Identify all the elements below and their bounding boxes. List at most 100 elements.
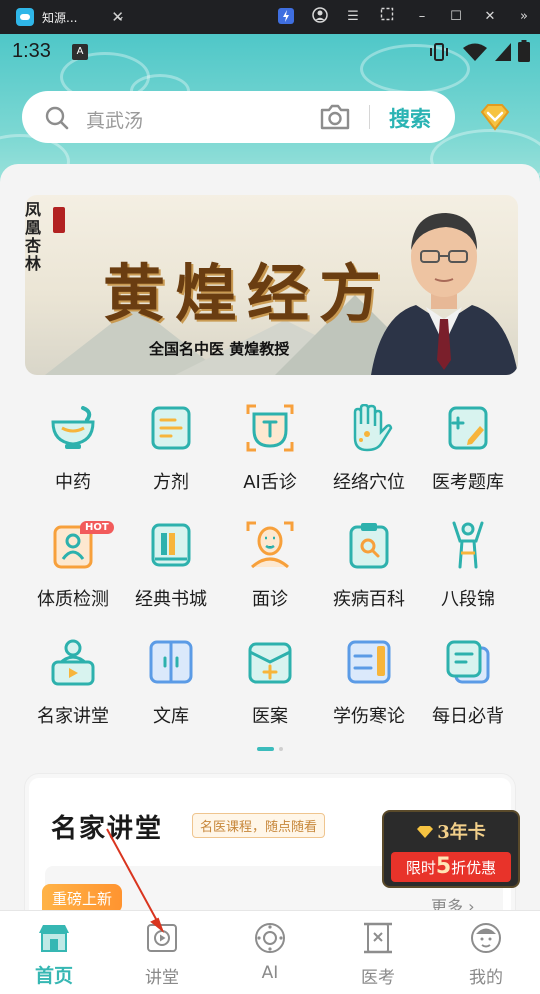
vip-promo-badge[interactable]: 3年卡 限时5折优惠 [382,810,520,888]
grid-item-medical-case[interactable]: 医案 [216,638,324,738]
banner-title: 黄煌经方 [103,257,392,330]
grid-item-face[interactable]: 面诊 [216,521,324,621]
grid-item-shanghan[interactable]: 学伤寒论 [315,638,423,738]
grid-item-bookstore[interactable]: 经典书城 [117,521,225,621]
window-close-icon[interactable]: ✕ [480,7,500,27]
shanghan-icon [347,640,391,684]
promo-card-text: 3年卡 [437,822,486,843]
grid-item-daily-memo[interactable]: 每日必背 [414,638,522,738]
wifi-icon [463,43,487,61]
hand-acupoint-icon [353,404,393,452]
promo-discount-value: 5 [435,854,452,879]
signal-icon [495,43,511,61]
brand-seal [53,207,65,233]
nav-item-ai[interactable]: AI [216,911,324,994]
tab-title: 知源... [42,10,78,25]
search-bar[interactable]: 真武汤 搜索 [22,91,455,143]
promo-card-label: 3年卡 [384,818,518,844]
maximize-icon[interactable]: ☐ [446,7,466,27]
promo-suffix: 折优惠 [451,859,497,877]
notification-a-icon: A [72,44,88,60]
grid-label: 经络穴位 [333,472,405,493]
grid-item-lecture[interactable]: 名家讲堂 [19,638,127,738]
tab-dropdown-icon[interactable]: ⌄ [110,7,130,27]
herb-bowl-icon [51,406,95,449]
status-time: 1:33 [12,40,51,62]
grid-label: 方剂 [153,472,189,493]
emulator-title-bar: 知源... ✕ ⌄ ☰ – ☐ ✕ » [0,0,540,34]
tongue-scan-icon [246,404,294,452]
menu-icon[interactable]: ☰ [343,7,363,27]
grid-label: 中药 [55,472,91,493]
vip-diamond-icon[interactable] [478,100,512,134]
nav-label: AI [261,963,279,983]
search-divider [369,105,370,129]
search-icon [45,106,69,130]
grid-label: 经典书城 [135,589,207,610]
nav-item-lecture[interactable]: 讲堂 [108,911,216,994]
exam-scroll-icon [364,922,392,954]
grid-label: 医案 [252,706,288,727]
grid-label: 体质检测 [37,589,109,610]
nav-item-exam[interactable]: 医考 [324,911,432,994]
grid-label: 医考题库 [432,472,504,493]
grid-item-baduanjin[interactable]: 八段锦 [414,521,522,621]
bookstore-icon [151,523,191,567]
lecture-section-title: 名家讲堂 [51,814,164,844]
expand-sidebar-icon[interactable]: » [514,7,534,27]
medical-case-icon [248,642,292,684]
nav-label: 我的 [469,968,503,988]
grid-item-ai-tongue[interactable]: AI舌诊 [216,404,324,504]
grid-label: 学伤寒论 [333,706,405,727]
nav-label: 首页 [34,965,73,987]
promo-diamond-icon [417,826,434,838]
grid-label: 疾病百科 [333,589,405,610]
grid-item-meridian[interactable]: 经络穴位 [315,404,423,504]
hot-badge: HOT [80,521,114,534]
grid-item-fangji[interactable]: 方剂 [117,404,225,504]
home-icon [39,925,69,952]
grid-label: 名家讲堂 [37,706,109,727]
flash-icon[interactable] [276,7,296,27]
grid-item-exam-bank[interactable]: 医考题库 [414,404,522,504]
phone-screen: 1:33 A 真武汤 搜索 凤凰杏林 黄煌经方 全国名中医 黄煌教授 中药 方剂… [0,34,540,994]
grid-item-constitution[interactable]: 体质检测 [19,521,127,621]
lecture-tag: 名医课程，随点随看 [192,813,326,838]
page-dot-active [257,747,274,751]
grid-item-library[interactable]: 文库 [117,638,225,738]
grid-item-zhongyao[interactable]: 中药 [19,404,127,504]
status-bar: 1:33 A [0,34,540,70]
grid-label: 八段锦 [441,589,495,610]
page-dot [279,747,283,751]
account-icon[interactable] [310,7,330,27]
grid-label: 面诊 [252,589,288,610]
bottom-nav: 首页 讲堂 AI 医考 我的 [0,910,540,994]
face-diagnosis-icon [246,521,294,569]
minimize-icon[interactable]: – [412,7,432,27]
search-input[interactable]: 真武汤 [86,106,143,133]
camera-icon[interactable] [319,103,351,131]
grid-label: 文库 [153,706,189,727]
huanghuang-banner[interactable]: 凤凰杏林 黄煌经方 全国名中医 黄煌教授 [25,195,518,375]
disease-encyclopedia-icon [349,523,389,569]
exam-book-icon [448,406,488,450]
nav-item-profile[interactable]: 我的 [432,911,540,994]
baduanjin-icon [452,521,484,569]
brand-logo: 凤凰杏林 [25,200,42,273]
nav-label: 医考 [361,968,395,988]
prescription-icon [151,406,191,450]
promo-discount: 限时5折优惠 [391,852,511,882]
battery-icon [518,40,530,62]
nav-item-home[interactable]: 首页 [0,911,108,994]
grid-item-disease[interactable]: 疾病百科 [315,521,423,621]
app-logo-icon [16,8,34,26]
profile-icon [471,923,501,953]
lecture-play-icon [147,924,177,952]
new-release-badge: 重磅上新 [42,884,123,913]
grid-label: 每日必背 [432,706,504,727]
promo-prefix: 限时 [405,859,436,877]
search-button[interactable]: 搜索 [389,103,431,133]
library-icon [149,640,193,684]
daily-memo-icon [446,640,490,684]
screenshot-icon[interactable] [377,7,397,27]
